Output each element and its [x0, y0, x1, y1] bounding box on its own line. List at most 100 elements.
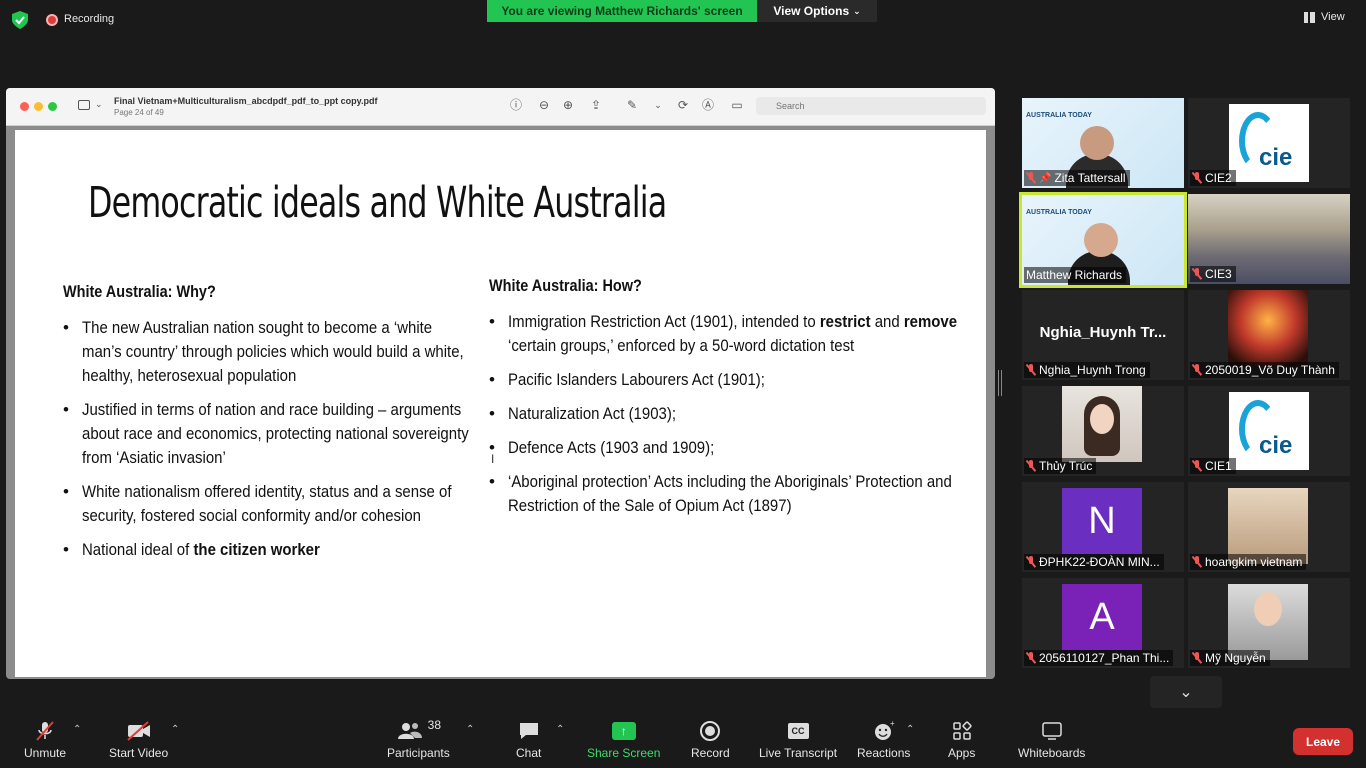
- bullet-text-plain: and: [870, 312, 904, 331]
- left-bullet-list: The new Australian nation sought to beco…: [63, 316, 469, 572]
- participant-tile[interactable]: cie CIE2: [1188, 98, 1350, 188]
- list-item: National ideal of the citizen worker: [63, 538, 468, 562]
- participant-name: 2056110127_Phan Thi...: [1039, 651, 1170, 665]
- share-screen-button[interactable]: ↑ Share Screen: [587, 720, 660, 760]
- video-off-icon: [126, 720, 152, 742]
- live-transcript-button[interactable]: CC Live Transcript: [759, 720, 837, 760]
- participants-button[interactable]: 38 Participants: [387, 718, 450, 760]
- chat-button[interactable]: Chat: [516, 720, 541, 760]
- share-screen-icon: ↑: [611, 720, 636, 742]
- view-options-button[interactable]: View Options ⌄: [757, 0, 877, 22]
- record-button[interactable]: Record: [691, 720, 730, 760]
- recording-label: Recording: [64, 13, 115, 25]
- bullet-text: Defence Acts (1903 and 1909);: [508, 438, 715, 457]
- mic-muted-icon: [1026, 364, 1036, 376]
- zoom-out-icon[interactable]: ⊖: [537, 98, 551, 112]
- zoom-in-icon[interactable]: ⊕: [561, 98, 575, 112]
- share-screen-label: Share Screen: [587, 746, 661, 760]
- record-icon: [699, 720, 721, 742]
- mic-muted-icon: [34, 720, 56, 742]
- view-options-label: View Options: [773, 4, 850, 18]
- participant-name-tag: Nghia_Huynh Trong: [1024, 362, 1150, 378]
- text-cursor-icon: I: [491, 452, 495, 466]
- list-item: Naturalization Act (1903);: [489, 402, 959, 426]
- participant-tile[interactable]: Mỹ Nguyễn: [1188, 578, 1350, 668]
- video-options-caret[interactable]: ⌃: [171, 724, 179, 735]
- participant-tile[interactable]: AUSTRALIA TODAY 📌 Zita Tattersall: [1022, 98, 1184, 188]
- participant-name-tag: CIE2: [1190, 170, 1236, 186]
- unmute-button[interactable]: Unmute: [24, 720, 66, 760]
- audio-options-caret[interactable]: ⌃: [73, 724, 81, 735]
- participant-avatar-image: [1228, 290, 1308, 366]
- cie-logo: cie: [1229, 392, 1309, 470]
- chat-options-caret[interactable]: ⌃: [556, 724, 564, 735]
- annotate-icon[interactable]: Ⓐ: [701, 98, 715, 112]
- unmute-label: Unmute: [24, 746, 67, 760]
- participant-display-name: Nghia_Huynh Tr...: [1039, 324, 1167, 341]
- participant-name: 2050019_Võ Duy Thành: [1205, 363, 1335, 377]
- participant-avatar-face: [1254, 592, 1282, 626]
- reactions-options-caret[interactable]: ⌃: [906, 724, 914, 735]
- participant-name: Matthew Richards: [1026, 268, 1123, 282]
- participant-name-tag: Matthew Richards: [1024, 267, 1127, 283]
- minimize-window-button[interactable]: [34, 102, 43, 111]
- mic-muted-icon: [1026, 460, 1036, 472]
- participant-avatar-initial: A: [1062, 584, 1142, 650]
- pdf-toolbar: ⌄ Final Vietnam+Multiculturalism_abcdpdf…: [6, 88, 995, 126]
- close-window-button[interactable]: [20, 102, 29, 111]
- whiteboards-button[interactable]: Whiteboards: [1018, 720, 1085, 760]
- participant-tile[interactable]: Nghia_Huynh Tr... Nghia_Huynh Trong: [1022, 290, 1184, 380]
- rotate-icon[interactable]: ⟳: [676, 98, 690, 112]
- participant-tile[interactable]: CIE3: [1188, 194, 1350, 284]
- form-fill-icon[interactable]: ▭: [730, 98, 744, 112]
- chevron-down-icon[interactable]: ⌄: [651, 98, 665, 112]
- participant-name: Zita Tattersall: [1054, 171, 1126, 185]
- info-icon[interactable]: ⓘ: [509, 98, 523, 112]
- cie-logo: cie: [1229, 104, 1309, 182]
- document-page-info: Page 24 of 49: [114, 108, 164, 117]
- list-item: Pacific Islanders Labourers Act (1901);: [489, 368, 959, 392]
- mic-muted-icon: [1192, 460, 1202, 472]
- sidebar-toggle-icon[interactable]: [78, 100, 90, 110]
- live-transcript-label: Live Transcript: [759, 746, 838, 760]
- view-button[interactable]: View: [1304, 11, 1345, 23]
- markup-pen-icon[interactable]: ✎: [625, 98, 639, 112]
- pin-icon: 📌: [1039, 172, 1052, 184]
- chevron-down-icon: ⌄: [1179, 684, 1193, 701]
- participants-options-caret[interactable]: ⌃: [466, 724, 474, 735]
- mic-muted-icon: [1192, 556, 1202, 568]
- leave-meeting-button[interactable]: Leave: [1293, 728, 1353, 755]
- bullet-text: The new Australian nation sought to beco…: [82, 318, 464, 385]
- participant-tile[interactable]: cie CIE1: [1188, 386, 1350, 476]
- gallery-next-page-button[interactable]: ⌄: [1150, 676, 1222, 708]
- participant-name: Mỹ Nguyễn: [1205, 651, 1266, 665]
- participant-tile[interactable]: A 2056110127_Phan Thi...: [1022, 578, 1184, 668]
- reactions-button[interactable]: + Reactions: [857, 720, 910, 760]
- fullscreen-window-button[interactable]: [48, 102, 57, 111]
- bullet-text-plain: National ideal of: [82, 540, 194, 559]
- bullet-text-bold: the citizen worker: [193, 540, 320, 559]
- participant-name-tag: 2056110127_Phan Thi...: [1024, 650, 1174, 666]
- chevron-down-icon[interactable]: ⌄: [95, 99, 103, 110]
- participant-avatar-image: [1228, 488, 1308, 564]
- mic-muted-icon: [1192, 172, 1202, 184]
- participant-face: [1080, 126, 1114, 160]
- participants-icon: 38: [396, 718, 441, 742]
- participant-tile-active-speaker[interactable]: AUSTRALIA TODAY Matthew Richards: [1019, 192, 1187, 288]
- resize-splitter-handle[interactable]: [998, 370, 1002, 396]
- shared-screen-pdf-window: ⌄ Final Vietnam+Multiculturalism_abcdpdf…: [6, 88, 995, 679]
- chat-bubble-icon: [517, 720, 541, 742]
- participant-tile[interactable]: hoangkim vietnam: [1188, 482, 1350, 572]
- participant-tile[interactable]: 2050019_Võ Duy Thành: [1188, 290, 1350, 380]
- bullet-text: Naturalization Act (1903);: [508, 404, 676, 423]
- pdf-search-input[interactable]: [756, 97, 986, 115]
- share-icon[interactable]: ⇪: [589, 98, 603, 112]
- slide-title: Democratic ideals and White Australia: [88, 178, 667, 228]
- list-item: Justified in terms of nation and race bu…: [63, 398, 469, 470]
- start-video-button[interactable]: Start Video: [109, 720, 168, 760]
- participant-name: Thủy Trúc: [1039, 459, 1093, 473]
- apps-button[interactable]: Apps: [948, 720, 975, 760]
- participant-tile[interactable]: N ĐPHK22-ĐOÀN MIN...: [1022, 482, 1184, 572]
- shield-icon[interactable]: [12, 11, 28, 29]
- participant-tile[interactable]: Thủy Trúc: [1022, 386, 1184, 476]
